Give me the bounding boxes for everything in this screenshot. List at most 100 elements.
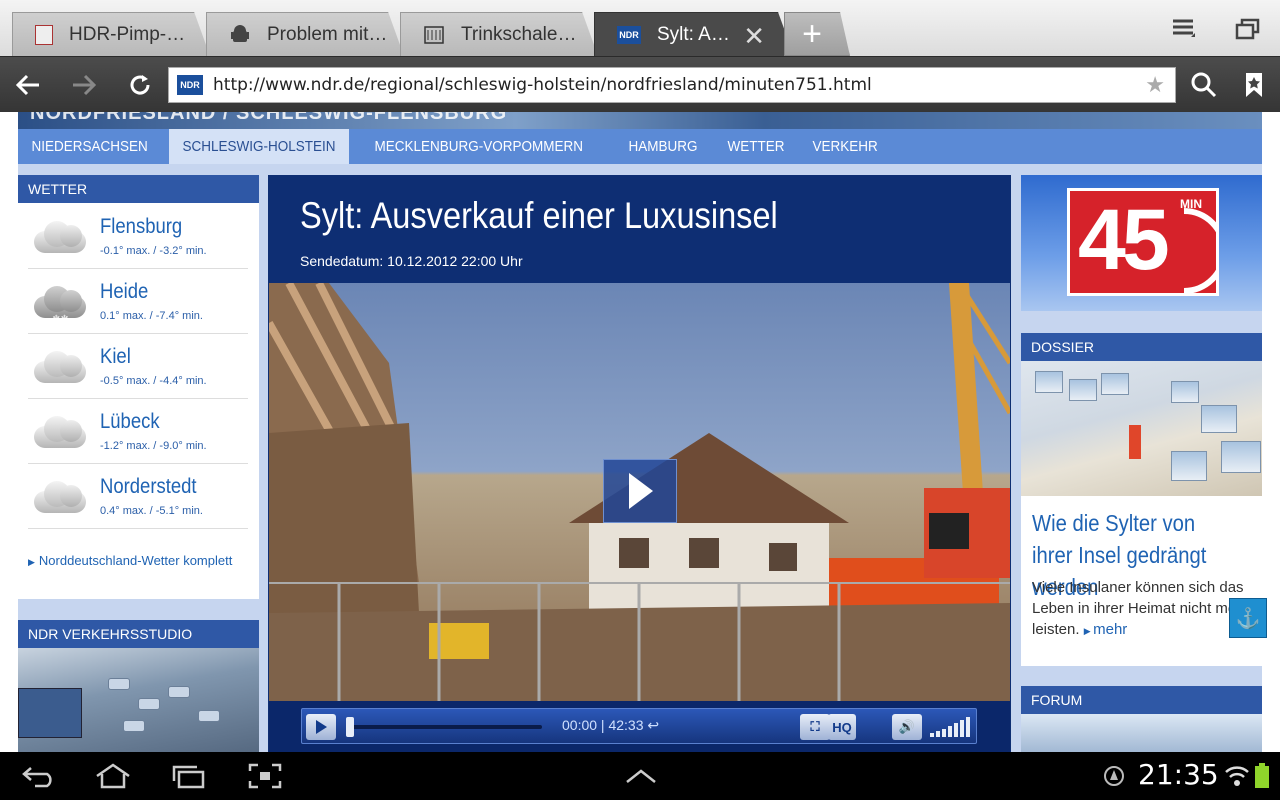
logo-number: 45 [1078,192,1170,288]
current-time: 00:00 [562,717,598,733]
forum-image[interactable] [1021,714,1262,752]
city-temps: 0.1° max. / -7.4° min. [100,310,203,322]
car-shape [198,710,220,722]
recent-apps-icon[interactable] [164,760,214,792]
nav-niedersachsen[interactable]: NIEDERSACHSEN [18,129,161,164]
home-icon[interactable] [88,760,138,792]
city-name[interactable]: Heide [100,280,148,304]
tab-problem-mit[interactable]: Problem mit… [206,12,404,56]
beach-chair-shape [1201,405,1237,433]
seek-handle[interactable] [346,717,354,737]
weather-heading: WETTER [18,175,259,203]
seek-track[interactable] [346,717,542,737]
loop-icon: ↩ [647,717,660,733]
nav-mecklenburg-vorpommern[interactable]: MECKLENBURG-VORPOMMERN [361,129,597,164]
weather-row-norderstedt[interactable]: Norderstedt 0.4° max. / -5.1° min. [28,465,248,529]
play-button[interactable] [306,714,336,740]
region-banner: NORDFRIESLAND / SCHLESWIG-FLENSBURG [18,112,1262,129]
switch-tabs-icon[interactable] [1228,12,1268,46]
city-name[interactable]: Lübeck [100,410,160,434]
bookmarks-icon[interactable] [1234,67,1274,103]
banner-text: NORDFRIESLAND / SCHLESWIG-FLENSBURG [30,112,508,124]
new-tab-button[interactable]: + [784,12,850,56]
floating-app-icon[interactable]: ⚓ [1229,598,1267,638]
close-tab-icon[interactable]: ✕ [743,21,765,52]
city-name[interactable]: Kiel [100,345,131,369]
forward-arrow-icon[interactable] [64,67,104,103]
bookmark-star-icon[interactable]: ★ [1145,72,1165,98]
system-navigation-bar: 21:35 [0,752,1280,800]
car-shape [168,686,190,698]
city-temps: 0.4° max. / -5.1° min. [100,505,203,517]
volume-button[interactable]: 🔊 [892,714,922,740]
video-controls: 00:00 | 42:33 ↩ ⛶ HQ 🔊 [269,701,1010,752]
person-shape [1129,425,1141,459]
hq-button[interactable]: HQ [828,714,856,740]
dossier-more-link[interactable]: ▶ mehr [1084,621,1128,638]
weather-row-luebeck[interactable]: Lübeck -1.2° max. / -9.0° min. [28,400,248,464]
clock-arc-icon [1183,208,1218,294]
dossier-box: DOSSIER Wie die Sylter von ihrer Insel g… [1021,333,1262,666]
weather-row-kiel[interactable]: Kiel -0.5° max. / -4.4° min. [28,335,248,399]
beach-chairs-image[interactable] [1021,361,1262,496]
city-temps: -0.5° max. / -4.4° min. [100,375,207,387]
hq-label: HQ [832,719,852,735]
chevron-up-icon[interactable] [616,760,666,792]
fullscreen-icon: ⛶ [810,719,820,734]
snow-cloud-icon: ❄❄ [30,284,88,325]
tab-title: HDR-Pimp-… [69,23,186,45]
nav-wetter[interactable]: WETTER [714,129,798,164]
weather-row-flensburg[interactable]: Flensburg -0.1° max. / -3.2° min. [28,205,248,269]
weather-box: WETTER Flensburg -0.1° max. / -3.2° min.… [18,175,259,599]
car-shape [108,678,130,690]
play-icon [629,473,653,509]
url-text[interactable]: http://www.ndr.de/regional/schleswig-hol… [213,75,872,95]
nav-verkehr[interactable]: VERKEHR [799,129,891,164]
document-icon [35,24,53,45]
speaker-icon: 🔊 [898,719,916,734]
more-label[interactable]: mehr [1093,621,1127,638]
45-min-logo[interactable]: 45 MIN [1067,188,1219,296]
city-temps: -1.2° max. / -9.0° min. [100,440,207,452]
dossier-teaser: Viele Insulaner können sich das Leben in… [1032,579,1250,638]
screenshot-icon[interactable] [240,760,290,792]
battery-icon [1248,760,1276,792]
tab-trinkschale[interactable]: Trinkschale… [400,12,598,56]
city-name[interactable]: Flensburg [100,215,182,239]
browser-toolbar: NDR http://www.ndr.de/regional/schleswig… [0,56,1280,112]
traffic-image[interactable] [18,648,259,752]
play-icon [316,720,327,734]
forum-box[interactable]: FORUM [1021,686,1262,752]
menu-icon[interactable] [1164,12,1204,46]
city-name[interactable]: Norderstedt [100,475,197,499]
weather-full-link[interactable]: ▶ Norddeutschland-Wetter komplett [28,553,232,568]
weather-row-heide[interactable]: ❄❄ Heide 0.1° max. / -7.4° min. [28,270,248,334]
search-icon[interactable] [1184,67,1224,103]
weather-link-text[interactable]: Norddeutschland-Wetter komplett [39,553,232,568]
traffic-box[interactable]: NDR VERKEHRSSTUDIO [18,620,259,752]
reload-icon[interactable] [120,67,160,103]
tab-title: Sylt: A… [657,23,730,45]
promo-45-min[interactable]: 45 MIN [1021,175,1262,311]
play-overlay-button[interactable] [603,459,677,523]
duration: 42:33 [608,717,644,733]
beach-chair-shape [1221,441,1261,473]
tab-hdr-pimp[interactable]: HDR-Pimp-… [12,12,210,56]
android-icon [229,24,251,46]
cloud-icon [30,479,88,515]
nav-schleswig-holstein[interactable]: SCHLESWIG-HOLSTEIN [169,129,350,164]
address-bar[interactable]: NDR http://www.ndr.de/regional/schleswig… [168,67,1176,103]
beach-chair-shape [1171,451,1207,481]
status-clock: 21:35 [1138,758,1219,791]
volume-level-bars[interactable] [930,717,974,742]
back-icon[interactable] [14,760,64,792]
browser-tab-bar: HDR-Pimp-… Problem mit… Trinkschale… NDR… [0,0,1280,56]
dossier-heading: DOSSIER [1021,333,1262,361]
fullscreen-button[interactable]: ⛶ [800,714,830,740]
tab-sylt-active[interactable]: NDR Sylt: A… ✕ [594,12,794,56]
nav-hamburg[interactable]: HAMBURG [615,129,711,164]
back-arrow-icon[interactable] [8,67,48,103]
volume-bars-icon [930,717,970,737]
video-frame[interactable] [269,283,1010,701]
beach-chair-shape [1069,379,1097,401]
